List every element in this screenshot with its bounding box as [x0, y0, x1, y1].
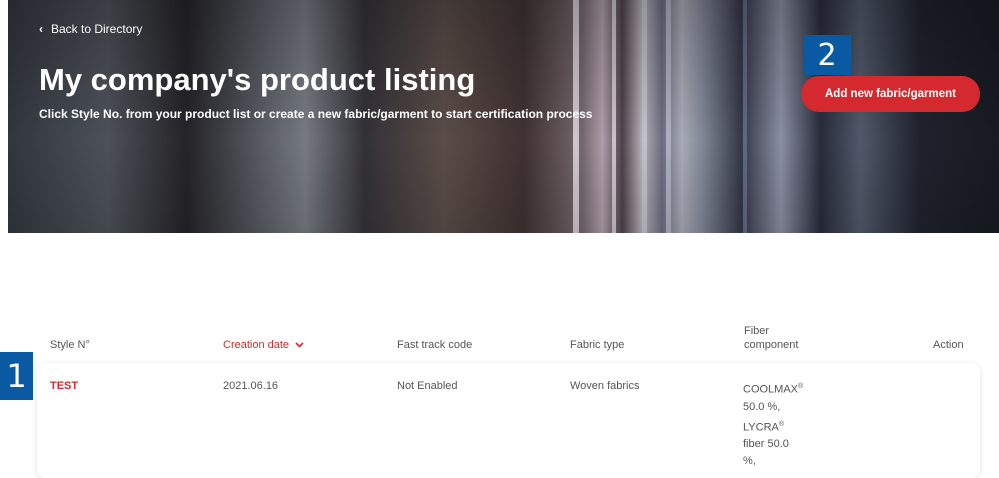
header-fiber-component[interactable]: Fiber component — [744, 324, 798, 352]
style-no-link[interactable]: TEST — [50, 378, 78, 395]
back-to-directory-link[interactable]: ‹ Back to Directory — [39, 22, 142, 36]
header-fiber-line2: component — [744, 339, 799, 351]
registered-mark: ® — [798, 383, 804, 390]
table-row: TEST 2021.06.16 Not Enabled Woven fabric… — [37, 363, 980, 478]
page-subtitle: Click Style No. from your product list o… — [39, 107, 593, 121]
header-fast-track-code[interactable]: Fast track code — [397, 338, 472, 352]
creation-date-cell: 2021.06.16 — [223, 380, 279, 392]
table-header: Style N° Creation date Fast track code F… — [0, 320, 999, 360]
fiber-component-cell: COOLMAX® 50.0 %, LYCRA® fiber 50.0 %, — [743, 378, 803, 470]
annotation-marker-1: 1 — [0, 352, 33, 400]
add-new-fabric-garment-button[interactable]: Add new fabric/garment — [801, 76, 980, 112]
fast-track-cell: Not Enabled — [397, 380, 458, 392]
header-fiber-line1: Fiber — [744, 325, 770, 337]
fiber-line: LYCRA® — [743, 420, 785, 434]
registered-mark: ® — [778, 420, 785, 428]
header-creation-date-label: Creation date — [223, 339, 290, 351]
fabric-type-cell: Woven fabrics — [570, 380, 640, 392]
fiber-line: COOLMAX® — [743, 383, 804, 396]
header-fabric-type[interactable]: Fabric type — [570, 338, 624, 352]
header-creation-date[interactable]: Creation date — [223, 338, 304, 352]
fiber-line: %, — [743, 455, 756, 468]
fiber-line: fiber 50.0 — [743, 438, 789, 451]
chevron-left-icon: ‹ — [39, 22, 43, 36]
header-action: Action — [933, 339, 964, 351]
back-link-label: Back to Directory — [51, 22, 143, 36]
page-title: My company's product listing — [39, 62, 476, 97]
chevron-down-icon — [295, 342, 304, 348]
annotation-marker-2: 2 — [803, 35, 851, 75]
fiber-line: 50.0 %, — [743, 400, 781, 413]
header-style-no[interactable]: Style N° — [50, 338, 90, 352]
